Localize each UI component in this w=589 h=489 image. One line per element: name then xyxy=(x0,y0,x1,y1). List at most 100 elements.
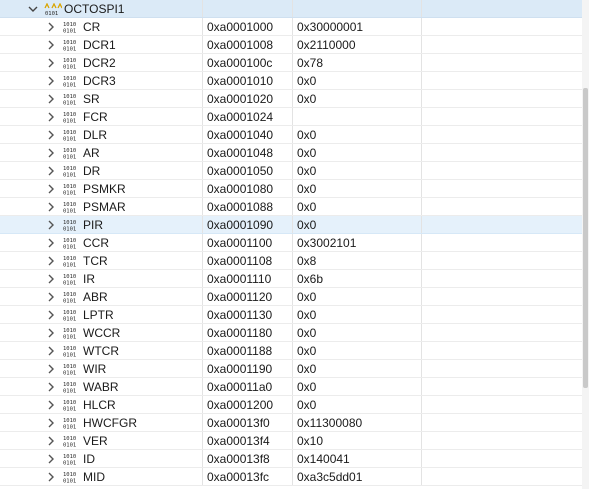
register-row-lptr[interactable]: 1010 0101 LPTR 0xa0001130 0x0 xyxy=(0,306,582,324)
register-row-dlr[interactable]: 1010 0101 DLR 0xa0001040 0x0 xyxy=(0,126,582,144)
binary-register-icon: 1010 0101 xyxy=(63,273,77,285)
register-row-psmkr[interactable]: 1010 0101 PSMKR 0xa0001080 0x0 xyxy=(0,180,582,198)
register-value[interactable]: 0x10 xyxy=(297,434,323,448)
chevron-right-icon[interactable] xyxy=(45,291,57,303)
register-row-hwcfgr[interactable]: 1010 0101 HWCFGR 0xa00013f0 0x11300080 xyxy=(0,414,582,432)
peripheral-binary-icon: 0101 xyxy=(44,3,62,15)
chevron-right-icon[interactable] xyxy=(45,363,57,375)
register-value[interactable]: 0x2110000 xyxy=(297,38,356,52)
register-value[interactable]: 0x0 xyxy=(297,344,316,358)
register-value[interactable]: 0xa3c5dd01 xyxy=(297,470,362,484)
chevron-right-icon[interactable] xyxy=(45,381,57,393)
register-row-dcr2[interactable]: 1010 0101 DCR2 0xa000100c 0x78 xyxy=(0,54,582,72)
register-value[interactable]: 0x0 xyxy=(297,164,316,178)
chevron-right-icon[interactable] xyxy=(45,471,57,483)
chevron-right-icon[interactable] xyxy=(45,93,57,105)
register-value[interactable]: 0x3002101 xyxy=(297,236,356,250)
register-value[interactable]: 0x0 xyxy=(297,218,316,232)
chevron-right-icon[interactable] xyxy=(45,399,57,411)
register-row-wabr[interactable]: 1010 0101 WABR 0xa00011a0 0x0 xyxy=(0,378,582,396)
column-divider xyxy=(202,270,203,287)
svg-text:0101: 0101 xyxy=(63,209,76,214)
binary-register-icon: 1010 0101 xyxy=(63,471,77,483)
chevron-right-icon[interactable] xyxy=(45,129,57,141)
register-row-wtcr[interactable]: 1010 0101 WTCR 0xa0001188 0x0 xyxy=(0,342,582,360)
chevron-right-icon[interactable] xyxy=(45,111,57,123)
register-name: FCR xyxy=(83,110,108,124)
register-value[interactable]: 0x140041 xyxy=(297,452,350,466)
register-value[interactable]: 0x6b xyxy=(297,272,323,286)
register-row-sr[interactable]: 1010 0101 SR 0xa0001020 0x0 xyxy=(0,90,582,108)
register-row-dcr3[interactable]: 1010 0101 DCR3 0xa0001010 0x0 xyxy=(0,72,582,90)
chevron-right-icon[interactable] xyxy=(45,255,57,267)
chevron-right-icon[interactable] xyxy=(45,453,57,465)
register-row-ar[interactable]: 1010 0101 AR 0xa0001048 0x0 xyxy=(0,144,582,162)
chevron-right-icon[interactable] xyxy=(45,201,57,213)
chevron-right-icon[interactable] xyxy=(45,309,57,321)
register-value[interactable]: 0x0 xyxy=(297,128,316,142)
register-row-pir[interactable]: 1010 0101 PIR 0xa0001090 0x0 xyxy=(0,216,582,234)
column-divider xyxy=(421,18,422,35)
register-value[interactable]: 0x78 xyxy=(297,56,323,70)
register-value[interactable]: 0x11300080 xyxy=(297,416,362,430)
column-divider xyxy=(421,306,422,323)
svg-text:1010: 1010 xyxy=(63,274,76,280)
register-row-tcr[interactable]: 1010 0101 TCR 0xa0001108 0x8 xyxy=(0,252,582,270)
register-value[interactable]: 0x8 xyxy=(297,254,316,268)
register-value[interactable]: 0x0 xyxy=(297,74,316,88)
register-row-wccr[interactable]: 1010 0101 WCCR 0xa0001180 0x0 xyxy=(0,324,582,342)
chevron-right-icon[interactable] xyxy=(45,147,57,159)
register-row-id[interactable]: 1010 0101 ID 0xa00013f8 0x140041 xyxy=(0,450,582,468)
vertical-scrollbar[interactable] xyxy=(582,0,589,489)
column-divider xyxy=(421,270,422,287)
svg-text:0101: 0101 xyxy=(63,317,76,322)
register-address: 0xa0001010 xyxy=(207,74,274,88)
chevron-right-icon[interactable] xyxy=(45,435,57,447)
svg-text:1010: 1010 xyxy=(63,454,76,460)
chevron-right-icon[interactable] xyxy=(45,237,57,249)
register-row-dcr1[interactable]: 1010 0101 DCR1 0xa0001008 0x2110000 xyxy=(0,36,582,54)
register-row-fcr[interactable]: 1010 0101 FCR 0xa0001024 xyxy=(0,108,582,126)
chevron-right-icon[interactable] xyxy=(45,21,57,33)
register-address: 0xa00013f4 xyxy=(207,434,270,448)
chevron-right-icon[interactable] xyxy=(45,75,57,87)
register-value[interactable]: 0x0 xyxy=(297,362,316,376)
chevron-right-icon[interactable] xyxy=(45,417,57,429)
svg-text:1010: 1010 xyxy=(63,22,76,28)
register-value[interactable]: 0x30000001 xyxy=(297,20,363,34)
register-row-psmar[interactable]: 1010 0101 PSMAR 0xa0001088 0x0 xyxy=(0,198,582,216)
register-row-mid[interactable]: 1010 0101 MID 0xa00013fc 0xa3c5dd01 xyxy=(0,468,582,486)
scrollbar-thumb[interactable] xyxy=(583,88,588,388)
chevron-right-icon[interactable] xyxy=(45,219,57,231)
chevron-right-icon[interactable] xyxy=(45,39,57,51)
register-row-ir[interactable]: 1010 0101 IR 0xa0001110 0x6b xyxy=(0,270,582,288)
register-value[interactable]: 0x0 xyxy=(297,308,316,322)
register-row-abr[interactable]: 1010 0101 ABR 0xa0001120 0x0 xyxy=(0,288,582,306)
chevron-down-icon[interactable] xyxy=(27,3,39,15)
register-value[interactable]: 0x0 xyxy=(297,326,316,340)
binary-register-icon: 1010 0101 xyxy=(63,345,77,357)
register-address: 0xa0001200 xyxy=(207,398,274,412)
peripheral-row-octospi1[interactable]: 0101 OCTOSPI1 xyxy=(0,0,582,18)
register-value[interactable]: 0x0 xyxy=(297,182,316,196)
register-value[interactable]: 0x0 xyxy=(297,398,316,412)
register-row-ccr[interactable]: 1010 0101 CCR 0xa0001100 0x3002101 xyxy=(0,234,582,252)
register-row-dr[interactable]: 1010 0101 DR 0xa0001050 0x0 xyxy=(0,162,582,180)
register-row-ver[interactable]: 1010 0101 VER 0xa00013f4 0x10 xyxy=(0,432,582,450)
column-divider xyxy=(202,468,203,485)
register-name: PSMKR xyxy=(83,182,126,196)
chevron-right-icon[interactable] xyxy=(45,57,57,69)
register-value[interactable]: 0x0 xyxy=(297,200,316,214)
register-value[interactable]: 0x0 xyxy=(297,380,316,394)
register-row-hlcr[interactable]: 1010 0101 HLCR 0xa0001200 0x0 xyxy=(0,396,582,414)
chevron-right-icon[interactable] xyxy=(45,165,57,177)
register-row-cr[interactable]: 1010 0101 CR 0xa0001000 0x30000001 xyxy=(0,18,582,36)
register-value[interactable]: 0x0 xyxy=(297,92,316,106)
chevron-right-icon[interactable] xyxy=(45,327,57,339)
register-value[interactable]: 0x0 xyxy=(297,290,316,304)
chevron-right-icon[interactable] xyxy=(45,273,57,285)
register-row-wir[interactable]: 1010 0101 WIR 0xa0001190 0x0 xyxy=(0,360,582,378)
chevron-right-icon[interactable] xyxy=(45,183,57,195)
chevron-right-icon[interactable] xyxy=(45,345,57,357)
register-value[interactable]: 0x0 xyxy=(297,146,316,160)
